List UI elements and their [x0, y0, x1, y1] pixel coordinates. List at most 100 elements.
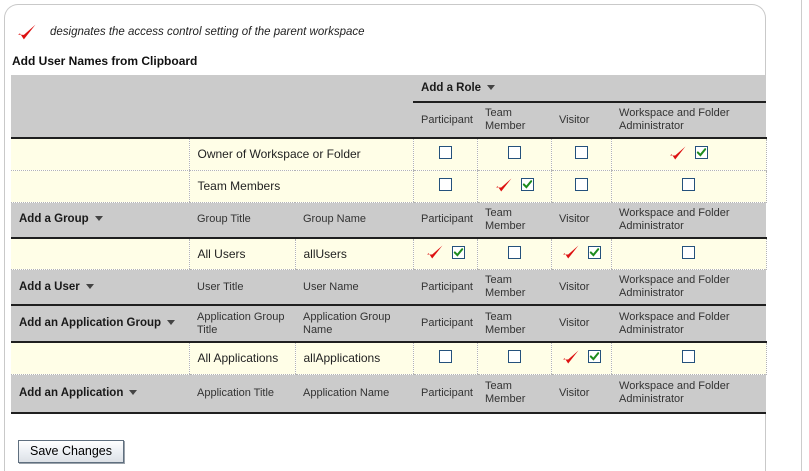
permission-checkbox[interactable]	[574, 146, 588, 160]
permission-checkbox[interactable]	[520, 178, 534, 191]
column-header-participant: Participant	[413, 102, 478, 139]
column-header-team-member: Team Member	[477, 102, 552, 139]
role-row-name: Team Members	[188, 170, 414, 203]
permission-cell[interactable]	[610, 342, 767, 375]
column-header-group-title: Group Title	[189, 202, 295, 239]
permission-checkbox[interactable]	[507, 146, 521, 160]
parent-setting-check-icon	[495, 177, 511, 192]
column-header-application-title: Application Title	[189, 374, 295, 414]
permission-cell[interactable]	[610, 138, 767, 171]
permission-checkbox[interactable]	[682, 245, 696, 259]
parent-setting-check-icon	[18, 24, 36, 40]
group-title-cell: All Users	[188, 237, 295, 270]
add-role-menu[interactable]: Add a Role	[413, 75, 767, 103]
permission-cell[interactable]	[610, 237, 767, 270]
parent-setting-check-icon	[562, 350, 578, 364]
column-header-admin: Workspace and Folder Administrator	[611, 374, 767, 414]
column-header-admin: Workspace and Folder Administrator	[611, 202, 767, 239]
chevron-down-icon	[129, 389, 138, 395]
table-row-all-users: All Users allUsers	[11, 237, 767, 270]
application-group-name-cell: allApplications	[294, 342, 414, 375]
table-row-owner: Owner of Workspace or Folder	[11, 138, 767, 171]
permission-cell[interactable]	[476, 237, 552, 270]
permission-cell[interactable]	[412, 170, 478, 203]
empty-cell	[11, 170, 189, 203]
empty-cell	[11, 237, 189, 270]
permission-checkbox[interactable]	[695, 146, 709, 160]
column-header-user-name: User Name	[295, 269, 414, 306]
permission-cell[interactable]	[412, 342, 478, 375]
add-application-menu[interactable]: Add an Application	[11, 374, 189, 414]
section-header-add-application-group: Add an Application Group Application Gro…	[11, 305, 767, 343]
column-header-visitor: Visitor	[551, 202, 612, 239]
add-group-menu[interactable]: Add a Group	[11, 202, 189, 239]
access-control-table: Add a Role Participant Team Member Visit…	[11, 75, 767, 414]
add-user-menu[interactable]: Add a User	[11, 269, 189, 306]
empty-cell	[11, 342, 189, 375]
chevron-down-icon	[85, 283, 94, 289]
permission-checkbox[interactable]	[438, 350, 452, 364]
parent-setting-check-icon	[426, 245, 442, 259]
permission-checkbox[interactable]	[507, 245, 521, 259]
permission-cell[interactable]	[476, 138, 552, 171]
permission-checkbox[interactable]	[587, 350, 601, 364]
column-header-application-group-name: Application Group Name	[295, 305, 414, 343]
section-header-add-user: Add a User User Title User Name Particip…	[11, 269, 767, 306]
permission-checkbox[interactable]	[438, 146, 452, 160]
save-changes-button[interactable]: Save Changes	[18, 440, 125, 463]
role-row-name: Owner of Workspace or Folder	[188, 138, 414, 171]
legend-text: designates the access control setting of…	[50, 26, 365, 38]
column-header-admin: Workspace and Folder Administrator	[611, 102, 767, 139]
column-header-visitor: Visitor	[551, 269, 612, 306]
column-header-group-name: Group Name	[295, 202, 414, 239]
add-application-group-menu[interactable]: Add an Application Group	[11, 305, 189, 343]
permission-cell[interactable]	[412, 138, 478, 171]
permission-checkbox[interactable]	[507, 350, 521, 364]
column-header-participant: Participant	[413, 202, 478, 239]
permission-checkbox[interactable]	[682, 178, 696, 191]
parent-setting-check-icon	[562, 245, 578, 259]
column-header-admin: Workspace and Folder Administrator	[611, 269, 767, 306]
empty-cell	[11, 138, 189, 171]
parent-setting-check-icon	[670, 146, 686, 160]
table-row-all-applications: All Applications allApplications	[11, 342, 767, 375]
content-panel: designates the access control setting of…	[4, 4, 767, 471]
chevron-down-icon	[487, 84, 496, 90]
column-header-team-member: Team Member	[477, 305, 552, 343]
permission-cell[interactable]	[550, 237, 612, 270]
add-role-label: Add a Role	[421, 81, 482, 94]
application-group-title-cell: All Applications	[188, 342, 295, 375]
column-header-user-title: User Title	[189, 269, 295, 306]
column-header-participant: Participant	[413, 374, 478, 414]
permission-cell[interactable]	[412, 237, 478, 270]
permission-cell[interactable]	[550, 342, 612, 375]
page-right-border	[801, 0, 802, 471]
permission-cell[interactable]	[550, 138, 612, 171]
permission-checkbox[interactable]	[438, 178, 452, 191]
column-header-team-member: Team Member	[477, 202, 552, 239]
column-header-visitor: Visitor	[551, 102, 612, 139]
permission-cell[interactable]	[550, 170, 612, 203]
permission-cell[interactable]	[476, 342, 552, 375]
column-header-admin: Workspace and Folder Administrator	[611, 305, 767, 343]
chevron-down-icon	[94, 216, 103, 221]
page-title: Add User Names from Clipboard	[12, 54, 198, 68]
permission-checkbox[interactable]	[587, 245, 601, 259]
chevron-down-icon	[167, 320, 176, 325]
column-header-application-group-title: Application Group Title	[189, 305, 295, 343]
permission-cell[interactable]	[610, 170, 767, 203]
permission-cell[interactable]	[476, 170, 552, 203]
column-header-participant: Participant	[413, 269, 478, 306]
column-header-team-member: Team Member	[477, 374, 552, 414]
permission-checkbox[interactable]	[682, 350, 696, 364]
section-header-add-application: Add an Application Application Title App…	[11, 374, 767, 414]
table-corner-spacer	[11, 75, 414, 139]
column-header-visitor: Visitor	[551, 374, 612, 414]
legend: designates the access control setting of…	[17, 23, 765, 41]
permission-checkbox[interactable]	[451, 245, 465, 259]
column-header-participant: Participant	[413, 305, 478, 343]
section-header-add-group: Add a Group Group Title Group Name Parti…	[11, 202, 767, 239]
column-header-application-name: Application Name	[295, 374, 414, 414]
permission-checkbox[interactable]	[574, 178, 588, 191]
column-header-team-member: Team Member	[477, 269, 552, 306]
